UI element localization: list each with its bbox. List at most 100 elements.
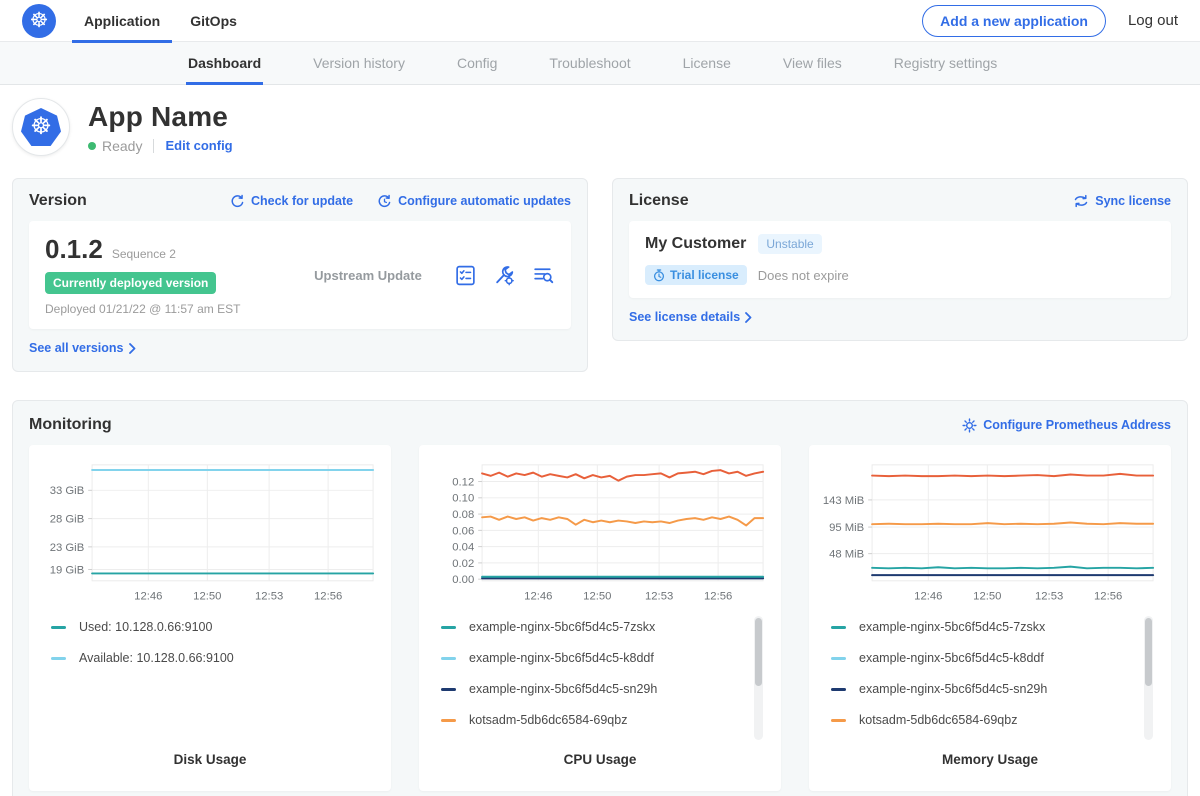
- legend-color-dash: [441, 626, 456, 629]
- top-nav-tab-application[interactable]: Application: [72, 0, 172, 42]
- chevron-right-icon: [745, 312, 752, 323]
- sequence-label: Sequence 2: [112, 247, 176, 261]
- status-dot: [88, 142, 96, 150]
- svg-text:12:46: 12:46: [134, 590, 162, 602]
- customer-name: My Customer: [645, 235, 746, 253]
- svg-text:0.12: 0.12: [452, 476, 474, 488]
- version-source-label: Upstream Update: [290, 268, 446, 283]
- divider: [153, 139, 154, 153]
- kubernetes-app-icon: ☸: [21, 108, 61, 146]
- legend-color-dash: [831, 688, 846, 691]
- top-nav-tab-gitops[interactable]: GitOps: [178, 0, 249, 42]
- tab-troubleshoot[interactable]: Troubleshoot: [547, 42, 632, 84]
- svg-text:12:56: 12:56: [314, 590, 342, 602]
- svg-text:143 MiB: 143 MiB: [823, 495, 864, 507]
- legend-item: example-nginx-5bc6f5d4c5-7zskx: [831, 620, 1129, 634]
- configure-automatic-updates-link[interactable]: Configure automatic updates: [377, 194, 571, 209]
- license-expiry: Does not expire: [758, 268, 849, 283]
- legend-item: kotsadm-5db6dc6584-69qbz: [831, 713, 1129, 727]
- sub-nav-tabs: Dashboard Version history Config Troublesho…: [186, 42, 1047, 84]
- chart-title: CPU Usage: [431, 746, 769, 781]
- edit-config-link[interactable]: Edit config: [165, 138, 232, 153]
- chart-legend: example-nginx-5bc6f5d4c5-7zskx example-ng…: [441, 620, 765, 744]
- legend-scrollbar-thumb[interactable]: [755, 618, 762, 686]
- legend-scrollbar[interactable]: [1144, 616, 1153, 740]
- tab-view-files[interactable]: View files: [781, 42, 844, 84]
- svg-text:0.02: 0.02: [452, 558, 474, 570]
- svg-text:12:46: 12:46: [524, 590, 552, 602]
- tab-registry-settings[interactable]: Registry settings: [892, 42, 999, 84]
- license-card-title: License: [629, 192, 689, 210]
- chart-legend: Used: 10.128.0.66:9100Available: 10.128.…: [51, 620, 375, 682]
- svg-text:95 MiB: 95 MiB: [829, 522, 864, 534]
- chart-card-memory-usage: 12:4612:5012:5312:56143 MiB95 MiB48 MiBe…: [809, 445, 1171, 791]
- configure-prometheus-link[interactable]: Configure Prometheus Address: [962, 418, 1171, 433]
- chart-title: Memory Usage: [821, 746, 1159, 781]
- svg-text:12:56: 12:56: [1094, 590, 1122, 602]
- svg-text:23 GiB: 23 GiB: [50, 542, 85, 554]
- preflight-checks-icon[interactable]: [454, 264, 477, 287]
- legend-item: kotsadm-5db6dc6584-69qbz: [441, 713, 739, 727]
- legend-item: example-nginx-5bc6f5d4c5-7zskx: [441, 620, 739, 634]
- svg-text:48 MiB: 48 MiB: [829, 549, 864, 561]
- see-all-versions-link[interactable]: See all versions: [29, 341, 136, 355]
- legend-label: example-nginx-5bc6f5d4c5-7zskx: [469, 620, 655, 634]
- svg-text:12:53: 12:53: [1035, 590, 1063, 602]
- legend-color-dash: [441, 657, 456, 660]
- legend-item: Available: 10.128.0.66:9100: [51, 651, 375, 665]
- tab-license[interactable]: License: [681, 42, 733, 84]
- legend-label: example-nginx-5bc6f5d4c5-k8ddf: [859, 651, 1044, 665]
- legend-label: kotsadm-5db6dc6584-69qbz: [469, 713, 627, 727]
- version-number: 0.1.2: [45, 234, 103, 265]
- tab-version-history[interactable]: Version history: [311, 42, 407, 84]
- check-for-update-link[interactable]: Check for update: [230, 194, 353, 209]
- legend-label: kotsadm-5db6dc6584-69qbz: [859, 713, 1017, 727]
- legend-scrollbar-thumb[interactable]: [1145, 618, 1152, 686]
- sync-license-link[interactable]: Sync license: [1073, 194, 1171, 208]
- tab-config[interactable]: Config: [455, 42, 499, 84]
- see-license-details-link[interactable]: See license details: [629, 310, 752, 324]
- logout-button[interactable]: Log out: [1128, 12, 1178, 29]
- svg-text:0.00: 0.00: [452, 574, 474, 586]
- svg-text:12:56: 12:56: [704, 590, 732, 602]
- legend-scrollbar[interactable]: [754, 616, 763, 740]
- license-card: License Sync license My Customer Unstabl…: [612, 178, 1188, 341]
- auto-update-clock-icon: [377, 194, 392, 209]
- svg-text:19 GiB: 19 GiB: [50, 564, 85, 576]
- svg-text:12:50: 12:50: [193, 590, 221, 602]
- app-avatar: ☸: [12, 98, 70, 156]
- monitoring-title: Monitoring: [29, 416, 112, 434]
- legend-color-dash: [51, 626, 66, 629]
- legend-label: Available: 10.128.0.66:9100: [79, 651, 234, 665]
- legend-item: example-nginx-5bc6f5d4c5-k8ddf: [831, 651, 1129, 665]
- svg-text:12:53: 12:53: [255, 590, 283, 602]
- app-sub-nav: Dashboard Version history Config Troublesho…: [0, 42, 1200, 85]
- license-panel: My Customer Unstable Trial license Does …: [629, 221, 1171, 298]
- refresh-icon: [230, 194, 245, 209]
- gear-icon: [962, 418, 977, 433]
- version-card: Version Check for update Configure autom…: [12, 178, 588, 372]
- legend-color-dash: [831, 657, 846, 660]
- svg-text:0.04: 0.04: [452, 542, 474, 554]
- deployed-timestamp: Deployed 01/21/22 @ 11:57 am EST: [45, 302, 290, 316]
- deploy-logs-icon[interactable]: [532, 264, 555, 287]
- legend-label: example-nginx-5bc6f5d4c5-7zskx: [859, 620, 1045, 634]
- status-text: Ready: [102, 138, 142, 154]
- top-nav: ☸ ApplicationGitOps Add a new applicatio…: [0, 0, 1200, 42]
- add-application-button[interactable]: Add a new application: [922, 5, 1106, 37]
- kubernetes-logo-icon[interactable]: ☸: [22, 4, 56, 38]
- config-wrench-icon[interactable]: [493, 264, 516, 287]
- current-version-panel: 0.1.2 Sequence 2 Currently deployed vers…: [29, 221, 571, 329]
- svg-text:12:50: 12:50: [973, 590, 1001, 602]
- sync-arrows-icon: [1073, 194, 1089, 208]
- svg-text:0.10: 0.10: [452, 493, 474, 505]
- monitoring-card: Monitoring Configure Prometheus Address …: [12, 400, 1188, 796]
- legend-color-dash: [51, 657, 66, 660]
- legend-item: example-nginx-5bc6f5d4c5-k8ddf: [441, 651, 739, 665]
- chart-plot-disk-usage: 12:4612:5012:5312:5633 GiB28 GiB23 GiB19…: [41, 457, 379, 606]
- chart-legend: example-nginx-5bc6f5d4c5-7zskx example-ng…: [831, 620, 1155, 744]
- legend-item: example-nginx-5bc6f5d4c5-sn29h: [441, 682, 739, 696]
- chart-plot-cpu-usage: 12:4612:5012:5312:560.120.100.080.060.04…: [431, 457, 769, 606]
- tab-dashboard[interactable]: Dashboard: [186, 42, 263, 84]
- svg-text:12:50: 12:50: [583, 590, 611, 602]
